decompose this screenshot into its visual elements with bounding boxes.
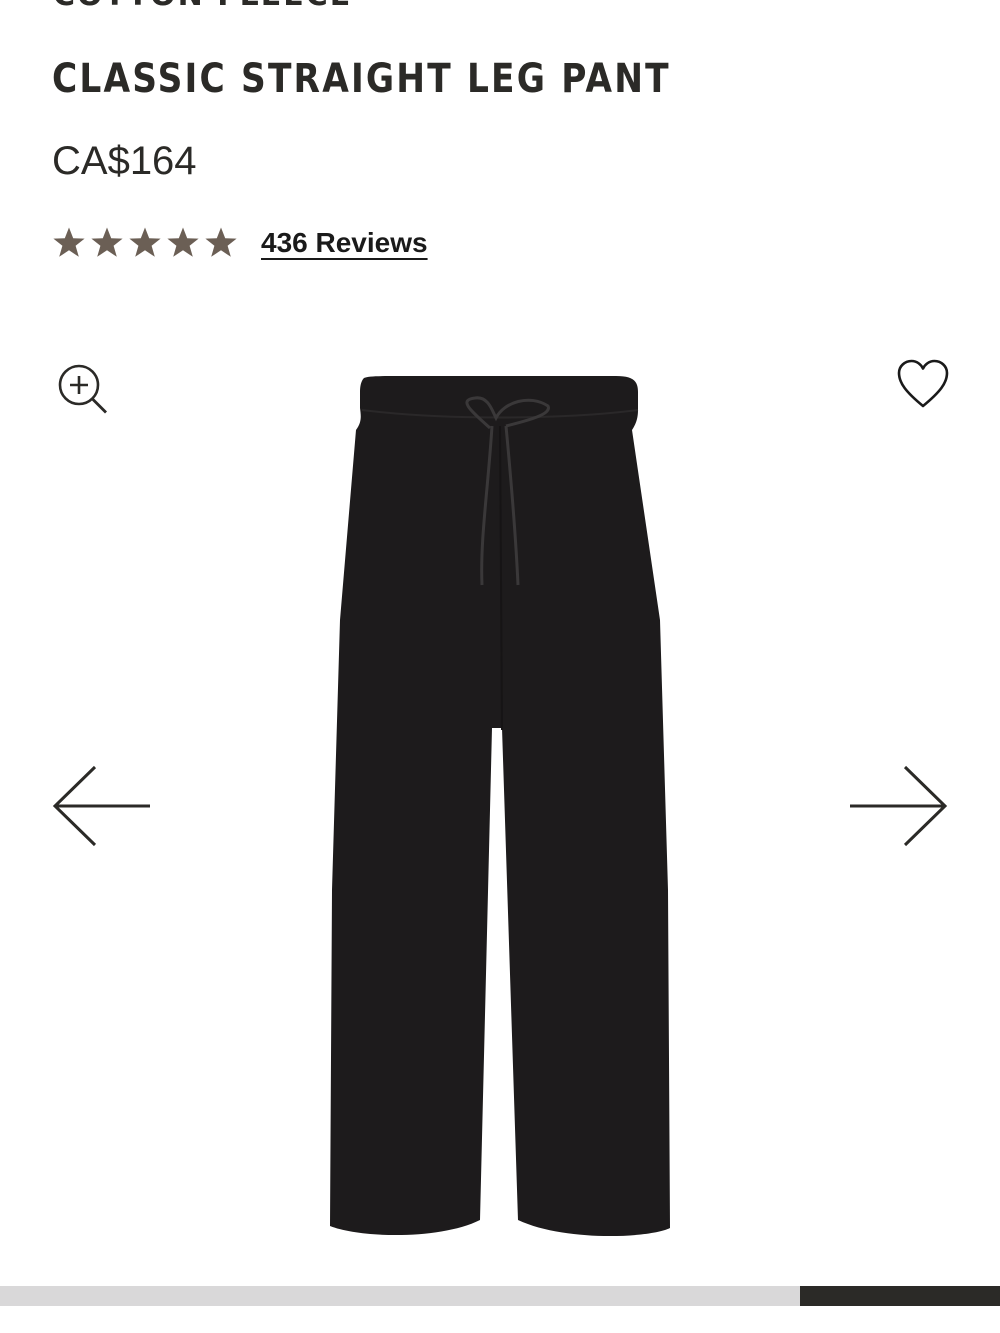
reviews-link[interactable]: 436 Reviews xyxy=(261,227,428,259)
star-icon xyxy=(91,227,123,257)
arrow-left-icon[interactable] xyxy=(50,764,154,848)
arrow-right-icon[interactable] xyxy=(846,764,950,848)
star-rating xyxy=(52,226,238,260)
star-icon xyxy=(129,227,161,257)
star-icon xyxy=(167,227,199,257)
product-title: CLASSIC STRAIGHT LEG PANT xyxy=(52,56,671,102)
product-price: CA$164 xyxy=(52,139,197,183)
star-icon xyxy=(205,227,237,257)
heart-icon[interactable] xyxy=(896,358,950,410)
rating-row: 436 Reviews xyxy=(52,226,428,260)
product-collection-label: COTTON FLEECE xyxy=(53,0,352,13)
gallery-progress-fill xyxy=(800,1286,1000,1306)
product-image xyxy=(330,376,670,1237)
star-icon xyxy=(53,227,85,257)
zoom-in-icon[interactable] xyxy=(55,362,109,416)
gallery-progress-track xyxy=(0,1286,1000,1306)
